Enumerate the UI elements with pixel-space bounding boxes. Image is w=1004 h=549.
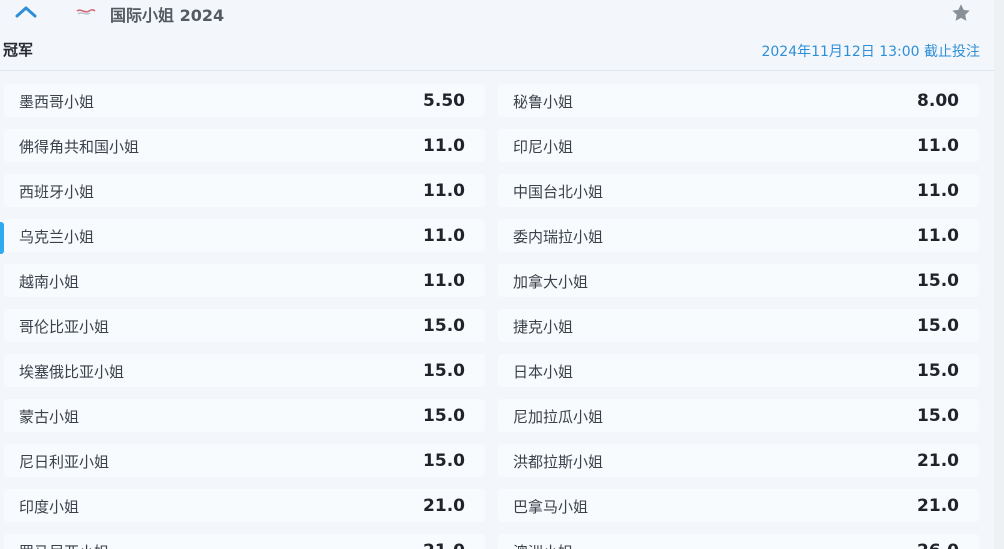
selection-odds: 11.0 xyxy=(423,271,465,291)
selection-name: 委内瑞拉小姐 xyxy=(513,228,604,246)
selection-name: 加拿大小姐 xyxy=(513,273,589,291)
collapse-button[interactable] xyxy=(12,2,40,22)
competition-header: 国际小姐 2024 xyxy=(0,0,994,26)
selection-name: 秘鲁小姐 xyxy=(513,93,574,111)
selection-button[interactable]: 巴拿马小姐 21.0 xyxy=(498,489,979,522)
selection-odds: 21.0 xyxy=(423,496,465,516)
selection-name: 洪都拉斯小姐 xyxy=(513,453,604,471)
market-header: 冠军 2024年11月12日 13:00 截止投注 xyxy=(0,26,994,71)
selection-button[interactable]: 印度小姐 21.0 xyxy=(4,489,485,522)
selection-button[interactable]: 蒙古小姐 15.0 xyxy=(4,399,485,432)
favorite-button[interactable] xyxy=(950,2,972,24)
selection-name: 印尼小姐 xyxy=(513,138,574,156)
selection-name: 印度小姐 xyxy=(19,498,80,516)
selection-button[interactable]: 乌克兰小姐 11.0 xyxy=(4,219,485,252)
selection-name: 乌克兰小姐 xyxy=(19,228,95,246)
selection-name: 捷克小姐 xyxy=(513,318,574,336)
selection-odds: 11.0 xyxy=(423,226,465,246)
selection-button[interactable]: 委内瑞拉小姐 11.0 xyxy=(498,219,979,252)
side-tab-handle[interactable] xyxy=(0,222,4,254)
selection-odds: 5.50 xyxy=(423,91,465,111)
selection-odds: 15.0 xyxy=(917,406,959,426)
selection-odds: 21.0 xyxy=(917,451,959,471)
selection-button[interactable]: 佛得角共和国小姐 11.0 xyxy=(4,129,485,162)
selection-button[interactable]: 哥伦比亚小姐 15.0 xyxy=(4,309,485,342)
selection-name: 西班牙小姐 xyxy=(19,183,95,201)
selection-button[interactable]: 罗马尼亚小姐 21.0 xyxy=(4,534,485,549)
selection-odds: 8.00 xyxy=(917,91,959,111)
selection-odds: 26.0 xyxy=(917,541,959,549)
selection-odds: 15.0 xyxy=(917,271,959,291)
selection-odds: 11.0 xyxy=(917,181,959,201)
selection-button[interactable]: 越南小姐 11.0 xyxy=(4,264,485,297)
competition-title: 国际小姐 2024 xyxy=(110,6,225,25)
selection-button[interactable]: 西班牙小姐 11.0 xyxy=(4,174,485,207)
selection-button[interactable]: 捷克小姐 15.0 xyxy=(498,309,979,342)
selection-odds: 21.0 xyxy=(423,541,465,549)
selection-odds: 15.0 xyxy=(423,451,465,471)
flag-icon xyxy=(76,9,96,15)
selection-name: 澳洲小姐 xyxy=(513,541,573,549)
chevron-up-icon xyxy=(15,6,37,18)
selection-button[interactable]: 墨西哥小姐 5.50 xyxy=(4,84,485,117)
selection-name: 佛得角共和国小姐 xyxy=(19,138,140,156)
selection-odds: 15.0 xyxy=(423,361,465,381)
selection-button[interactable]: 加拿大小姐 15.0 xyxy=(498,264,979,297)
selection-name: 哥伦比亚小姐 xyxy=(19,318,110,336)
selection-name: 蒙古小姐 xyxy=(19,408,80,426)
selection-name: 中国台北小姐 xyxy=(513,183,604,201)
selection-button[interactable]: 中国台北小姐 11.0 xyxy=(498,174,979,207)
selections-grid: 墨西哥小姐 5.50 秘鲁小姐 8.00 佛得角共和国小姐 11.0 印尼小姐 11.0… xyxy=(4,84,979,549)
betting-deadline: 2024年11月12日 13:00 截止投注 xyxy=(761,44,980,60)
scrollbar[interactable] xyxy=(994,0,1004,549)
selection-odds: 15.0 xyxy=(423,406,465,426)
selection-odds: 15.0 xyxy=(917,316,959,336)
selection-name: 尼加拉瓜小姐 xyxy=(513,408,604,426)
selection-button[interactable]: 秘鲁小姐 8.00 xyxy=(498,84,979,117)
selection-name: 罗马尼亚小姐 xyxy=(19,541,109,549)
selection-odds: 15.0 xyxy=(917,361,959,381)
selection-odds: 11.0 xyxy=(917,136,959,156)
selections-area: 墨西哥小姐 5.50 秘鲁小姐 8.00 佛得角共和国小姐 11.0 印尼小姐 11.0… xyxy=(0,71,994,549)
selection-odds: 11.0 xyxy=(917,226,959,246)
selection-button[interactable]: 澳洲小姐 26.0 xyxy=(498,534,979,549)
selection-name: 巴拿马小姐 xyxy=(513,498,589,516)
selection-button[interactable]: 印尼小姐 11.0 xyxy=(498,129,979,162)
selection-odds: 21.0 xyxy=(917,496,959,516)
star-icon xyxy=(952,4,970,21)
selection-button[interactable]: 尼日利亚小姐 15.0 xyxy=(4,444,485,477)
selection-name: 埃塞俄比亚小姐 xyxy=(19,363,125,381)
market-title: 冠军 xyxy=(3,41,34,59)
selection-name: 尼日利亚小姐 xyxy=(19,453,110,471)
selection-button[interactable]: 尼加拉瓜小姐 15.0 xyxy=(498,399,979,432)
selection-button[interactable]: 埃塞俄比亚小姐 15.0 xyxy=(4,354,485,387)
selection-name: 越南小姐 xyxy=(19,273,80,291)
selection-name: 日本小姐 xyxy=(513,363,574,381)
outright-market-panel: 国际小姐 2024 冠军 2024年11月12日 13:00 截止投注 墨西哥小… xyxy=(0,0,1004,549)
selection-odds: 15.0 xyxy=(423,316,465,336)
selection-name: 墨西哥小姐 xyxy=(19,93,95,111)
selection-odds: 11.0 xyxy=(423,136,465,156)
selection-button[interactable]: 洪都拉斯小姐 21.0 xyxy=(498,444,979,477)
selection-button[interactable]: 日本小姐 15.0 xyxy=(498,354,979,387)
selection-odds: 11.0 xyxy=(423,181,465,201)
